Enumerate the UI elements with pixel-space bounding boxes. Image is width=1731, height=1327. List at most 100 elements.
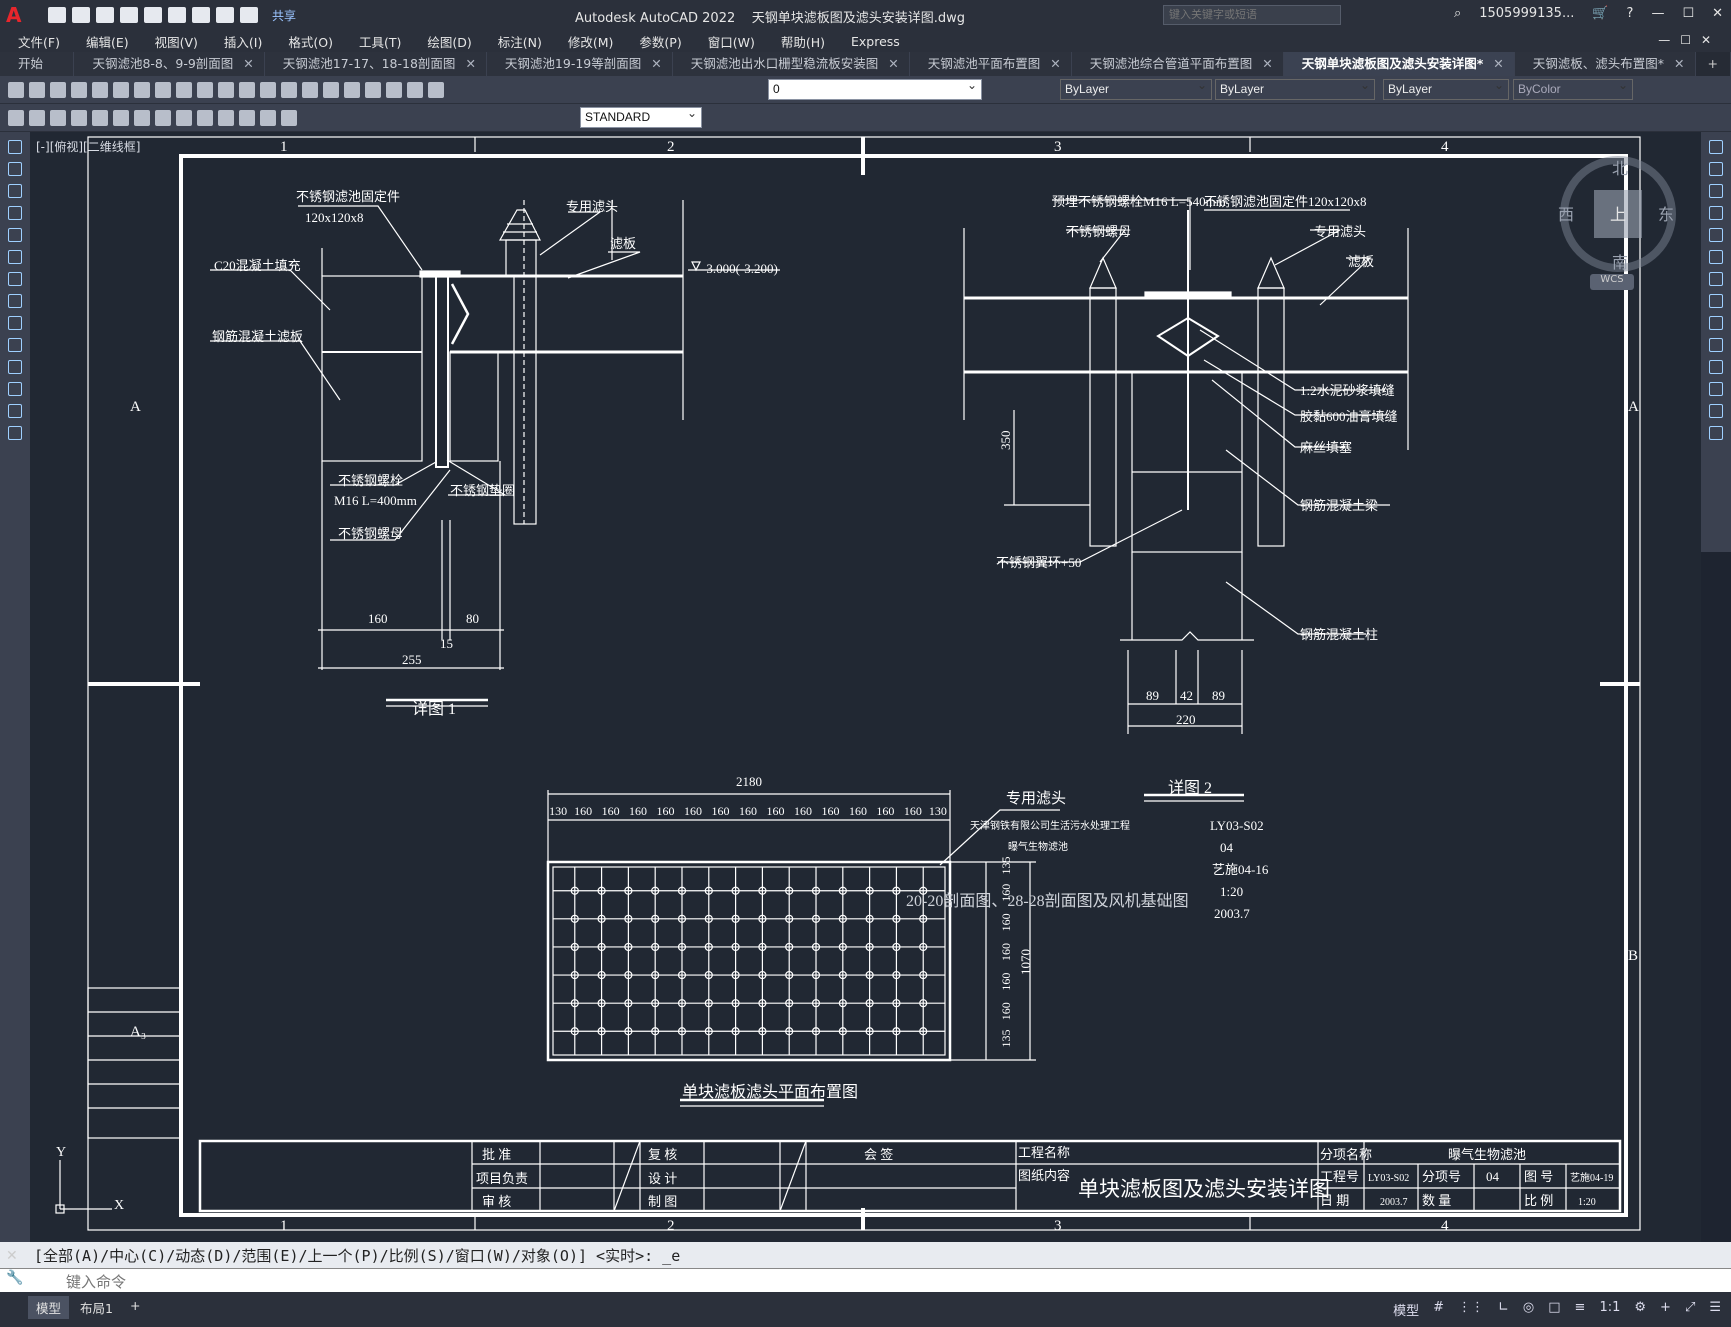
minimize-icon[interactable]: — xyxy=(1651,6,1664,21)
menu-window[interactable]: 窗口(W) xyxy=(708,32,755,51)
baseline-dim-icon[interactable] xyxy=(176,110,192,126)
model-space-button[interactable]: 模型 xyxy=(1393,1300,1419,1319)
osnap-icon[interactable]: □ xyxy=(1548,1300,1560,1319)
inspect-icon[interactable] xyxy=(260,110,276,126)
properties-icon[interactable] xyxy=(323,82,339,98)
wcs-button[interactable]: WCS xyxy=(1590,274,1634,290)
redo-icon[interactable] xyxy=(239,82,255,98)
new-icon[interactable] xyxy=(8,82,24,98)
viewcube[interactable]: 北 南 东 西 上 WCS xyxy=(1558,152,1680,290)
point-icon[interactable] xyxy=(8,338,22,352)
stretch-icon[interactable] xyxy=(1709,316,1723,330)
command-input[interactable]: 键入命令 xyxy=(0,1268,1731,1292)
ordinate-dim-icon[interactable] xyxy=(71,110,87,126)
layer-icon[interactable] xyxy=(407,82,423,98)
rotate-icon[interactable] xyxy=(1709,272,1723,286)
tab-close-icon[interactable]: ✕ xyxy=(888,56,898,71)
fillet-icon[interactable] xyxy=(1709,404,1723,418)
tab-file[interactable]: 天钢滤池平面布置图 ✕ xyxy=(909,52,1072,76)
menu-parametric[interactable]: 参数(P) xyxy=(639,32,681,51)
preview-icon[interactable] xyxy=(92,82,108,98)
lineweight-icon[interactable]: ≡ xyxy=(1575,1300,1586,1319)
match-icon[interactable] xyxy=(197,82,213,98)
layout-tab-layout1[interactable]: 布局1 xyxy=(72,1296,121,1319)
lineweight-dropdown[interactable]: ByLayer xyxy=(1383,78,1509,100)
publish-icon[interactable] xyxy=(113,82,129,98)
grid-icon[interactable]: # xyxy=(1433,1300,1444,1319)
snap-icon[interactable]: ⋮⋮ xyxy=(1458,1300,1484,1319)
light-icon[interactable] xyxy=(428,82,444,98)
plot-icon[interactable] xyxy=(71,82,87,98)
open-web-icon[interactable] xyxy=(144,7,162,23)
circle-icon[interactable] xyxy=(8,250,22,264)
menu-help[interactable]: 帮助(H) xyxy=(781,32,825,51)
tab-close-icon[interactable]: ✕ xyxy=(1674,56,1684,71)
menu-edit[interactable]: 编辑(E) xyxy=(86,32,129,51)
diameter-dim-icon[interactable] xyxy=(113,110,129,126)
break-icon[interactable] xyxy=(1709,382,1723,396)
linear-dim-icon[interactable] xyxy=(8,110,24,126)
undo-icon[interactable] xyxy=(218,82,234,98)
explode-icon[interactable] xyxy=(1709,426,1723,440)
spline-icon[interactable] xyxy=(8,272,22,286)
fullscreen-icon[interactable]: ⤢ xyxy=(1685,1300,1695,1319)
tab-start[interactable]: 开始 xyxy=(0,52,75,76)
quick-dim-icon[interactable] xyxy=(155,110,171,126)
cart-icon[interactable]: 🛒 xyxy=(1592,6,1608,21)
mirror-icon[interactable] xyxy=(1709,184,1723,198)
tab-close-icon[interactable]: ✕ xyxy=(1050,56,1060,71)
menu-file[interactable]: 文件(F) xyxy=(18,32,60,51)
search-icon[interactable]: ⌕ xyxy=(1454,6,1461,21)
color-dropdown[interactable]: ByLayer xyxy=(1060,78,1212,100)
tab-close-icon[interactable]: ✕ xyxy=(243,56,253,71)
polyline-icon[interactable] xyxy=(8,162,22,176)
share-button[interactable]: 共享 xyxy=(272,7,296,24)
help-icon[interactable] xyxy=(386,82,402,98)
continue-dim-icon[interactable] xyxy=(197,110,213,126)
search-input[interactable] xyxy=(1163,5,1341,25)
zoom-window-icon[interactable] xyxy=(302,82,318,98)
menu-insert[interactable]: 插入(I) xyxy=(224,32,262,51)
save-web-icon[interactable] xyxy=(168,7,186,23)
save-icon[interactable] xyxy=(96,7,114,23)
tab-file[interactable]: 天钢滤池出水口栅型稳流板安装图 ✕ xyxy=(672,52,910,76)
region-icon[interactable] xyxy=(8,382,22,396)
doc-window-controls[interactable]: —☐✕ xyxy=(1658,33,1721,47)
close-icon[interactable]: ✕ xyxy=(1712,6,1723,21)
layer-dropdown[interactable]: 0 xyxy=(768,78,982,100)
zoom-icon[interactable] xyxy=(281,82,297,98)
tab-file[interactable]: 天钢滤池综合管道平面布置图 ✕ xyxy=(1071,52,1284,76)
maximize-icon[interactable]: ☐ xyxy=(1682,6,1694,21)
menu-modify[interactable]: 修改(M) xyxy=(568,32,614,51)
array-icon[interactable] xyxy=(1709,228,1723,242)
add-layout-button[interactable]: + xyxy=(122,1296,148,1315)
center-mark-icon[interactable] xyxy=(239,110,255,126)
wrench-icon[interactable]: 🔧 xyxy=(6,1270,23,1286)
polar-icon[interactable]: ◎ xyxy=(1523,1300,1534,1319)
save-as-icon[interactable] xyxy=(120,7,138,23)
linetype-dropdown[interactable]: ByLayer xyxy=(1215,78,1375,100)
tab-file-active[interactable]: 天钢单块滤板图及滤头安装详图* ✕ xyxy=(1283,52,1515,76)
arc-dim-icon[interactable] xyxy=(50,110,66,126)
annotation-scale[interactable]: 1:1 xyxy=(1599,1300,1620,1319)
customize-icon[interactable]: ☰ xyxy=(1709,1300,1721,1319)
text-style-dropdown[interactable]: STANDARD xyxy=(580,106,702,128)
plotstyle-dropdown[interactable]: ByColor xyxy=(1513,78,1633,100)
ortho-icon[interactable]: ∟ xyxy=(1498,1300,1509,1319)
save-icon[interactable] xyxy=(50,82,66,98)
user-account[interactable]: 1505999135... xyxy=(1479,6,1574,21)
menu-view[interactable]: 视图(V) xyxy=(155,32,198,51)
new-tab-button[interactable]: + xyxy=(1695,52,1731,76)
help-icon[interactable]: ? xyxy=(1627,6,1634,21)
autocad-logo-icon[interactable]: A xyxy=(6,4,28,26)
viewport-label[interactable]: [-][俯视][二维线框] xyxy=(36,138,140,155)
copy-icon[interactable] xyxy=(155,82,171,98)
line-icon[interactable] xyxy=(8,140,22,154)
ellipse-icon[interactable] xyxy=(8,294,22,308)
pan-icon[interactable] xyxy=(260,82,276,98)
viewcube-south[interactable]: 南 xyxy=(1612,253,1628,272)
tab-close-icon[interactable]: ✕ xyxy=(651,56,661,71)
viewcube-east[interactable]: 东 xyxy=(1658,205,1674,224)
plus-icon[interactable]: + xyxy=(1660,1300,1671,1319)
tab-file[interactable]: 天钢滤板、滤头布置图* ✕ xyxy=(1514,52,1696,76)
